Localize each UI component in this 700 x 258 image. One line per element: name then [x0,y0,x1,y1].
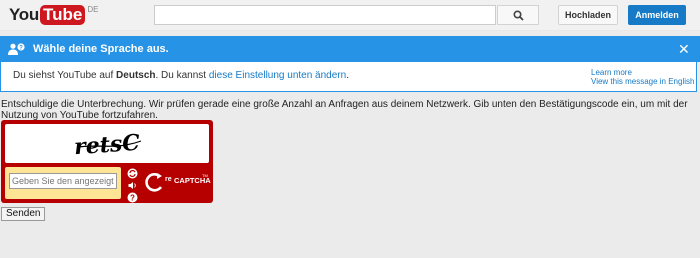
signin-button[interactable]: Anmelden [628,5,686,25]
logo-region: DE [87,5,99,14]
captcha-image: retsC [5,124,209,163]
language-message: Du siehst YouTube auf Deutsch. Du kannst… [13,70,349,81]
captcha-input-area [5,167,121,199]
search-button[interactable] [497,5,539,25]
help-icon[interactable]: ? [127,192,138,203]
youtube-logo[interactable]: You Tube DE [9,4,98,26]
captcha-input[interactable] [9,173,117,189]
search-icon [512,9,524,21]
language-panel: Du siehst YouTube auf Deutsch. Du kannst… [0,62,697,92]
logo-tube-text: Tube [39,5,86,25]
audio-icon[interactable] [127,180,138,191]
recaptcha-brand-tm: TM [202,173,208,178]
language-banner-title: Wähle deine Sprache aus. [33,43,169,55]
recaptcha-widget: retsC ? re CAPTCHA TM [1,120,213,203]
change-setting-link[interactable]: diese Einstellung unten ändern [209,70,346,81]
captcha-challenge-drawing: retsC [73,130,142,161]
recaptcha-logo-icon [145,173,163,192]
learn-more-links: Learn more View this message in English [591,68,694,86]
language-people-icon: ? [8,43,25,55]
message-suffix: . [346,70,349,81]
search-input[interactable] [154,5,496,25]
close-icon[interactable]: ✕ [678,42,690,56]
refresh-icon[interactable] [127,168,138,179]
captcha-challenge-text: retsC [73,130,141,161]
svg-text:?: ? [19,45,23,51]
view-english-link[interactable]: View this message in English [591,77,694,86]
masthead: You Tube DE Hochladen Anmelden [0,0,700,31]
message-language: Deutsch [116,70,156,81]
svg-text:?: ? [130,194,135,203]
language-banner: ? Wähle deine Sprache aus. ✕ [0,36,700,62]
message-middle: . Du kannst [155,70,207,81]
logo-you-text: You [9,5,39,24]
learn-more-link[interactable]: Learn more [591,68,694,77]
upload-button[interactable]: Hochladen [558,5,618,25]
send-button[interactable]: Senden [1,207,46,221]
recaptcha-brand-re: re [165,176,172,183]
interruption-notice: Entschuldige die Unterbrechung. Wir prüf… [1,99,688,121]
message-prefix: Du siehst YouTube auf [13,70,114,81]
